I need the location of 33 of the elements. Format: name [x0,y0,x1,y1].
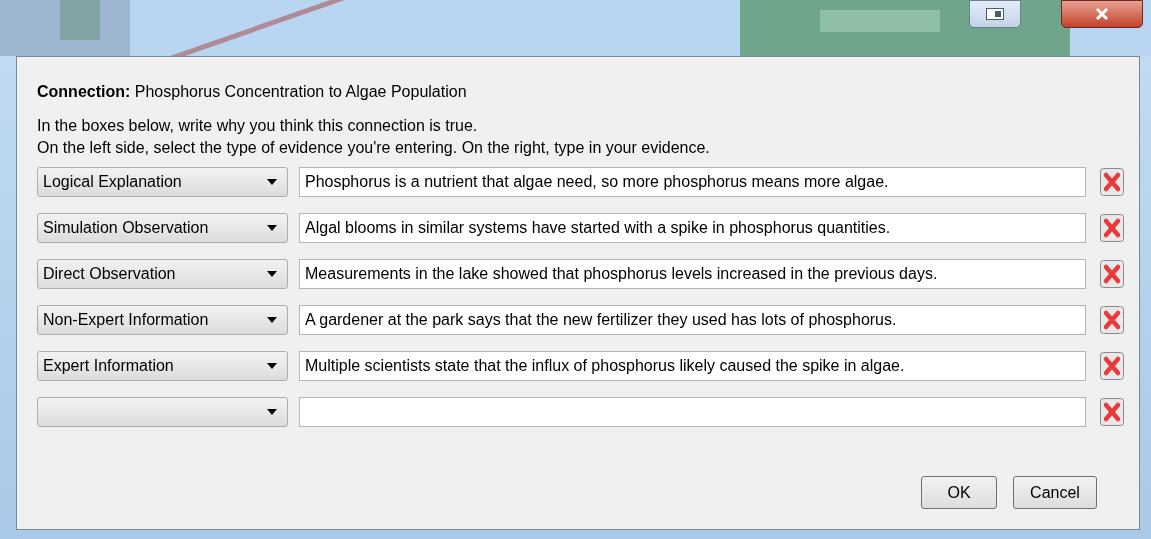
instruction-text: In the boxes below, write why you think this connection is true. [37,116,479,136]
evidence-field[interactable]: Algal blooms in similar systems have started with a spike in phosphorus quantities. [299,213,1086,243]
evidence-field[interactable]: Measurements in the lake showed that phosphorus levels increased in the previous days. [299,259,1086,289]
evidence-type-dropdown[interactable]: Expert Information [37,351,288,381]
caret-icon [267,317,277,323]
delete-icon[interactable] [1100,168,1124,196]
close-icon [1095,8,1109,20]
caret-icon [267,179,277,185]
caret-icon [267,271,277,277]
restore-button[interactable] [969,0,1021,28]
caret-icon [267,225,277,231]
instruction-text: On the left side, select the type of evidence you're entering. On the right, type in your evidence. [37,138,711,158]
evidence-field[interactable]: Multiple scientists state that the influx of phosphorus likely caused the spike in algae. [299,351,1086,381]
connection-title: Connection: Phosphorus Concentration to Algae Population [37,82,468,102]
window-icon [986,8,1004,20]
evidence-type-dropdown[interactable]: Logical Explanation [37,167,288,197]
dialog-button[interactable]: Cancel [1013,476,1097,509]
delete-icon[interactable] [1100,398,1124,426]
delete-icon[interactable] [1100,214,1124,242]
evidence-field[interactable]: Phosphorus is a nutrient that algae need, so more phosphorus means more algae. [299,167,1086,197]
close-button[interactable] [1061,0,1143,28]
evidence-type-dropdown[interactable]: Direct Observation [37,259,288,289]
caret-icon [267,363,277,369]
evidence-field[interactable]: A gardener at the park says that the new fertilizer they used has lots of phosphorus. [299,305,1086,335]
dialog-button[interactable]: OK [921,476,997,509]
delete-icon[interactable] [1100,306,1124,334]
delete-icon[interactable] [1100,352,1124,380]
evidence-field[interactable] [299,397,1086,427]
evidence-type-dropdown[interactable]: Simulation Observation [37,213,288,243]
evidence-type-dropdown[interactable] [37,397,288,427]
delete-icon[interactable] [1100,260,1124,288]
evidence-type-dropdown[interactable]: Non-Expert Information [37,305,288,335]
caret-icon [267,409,277,415]
